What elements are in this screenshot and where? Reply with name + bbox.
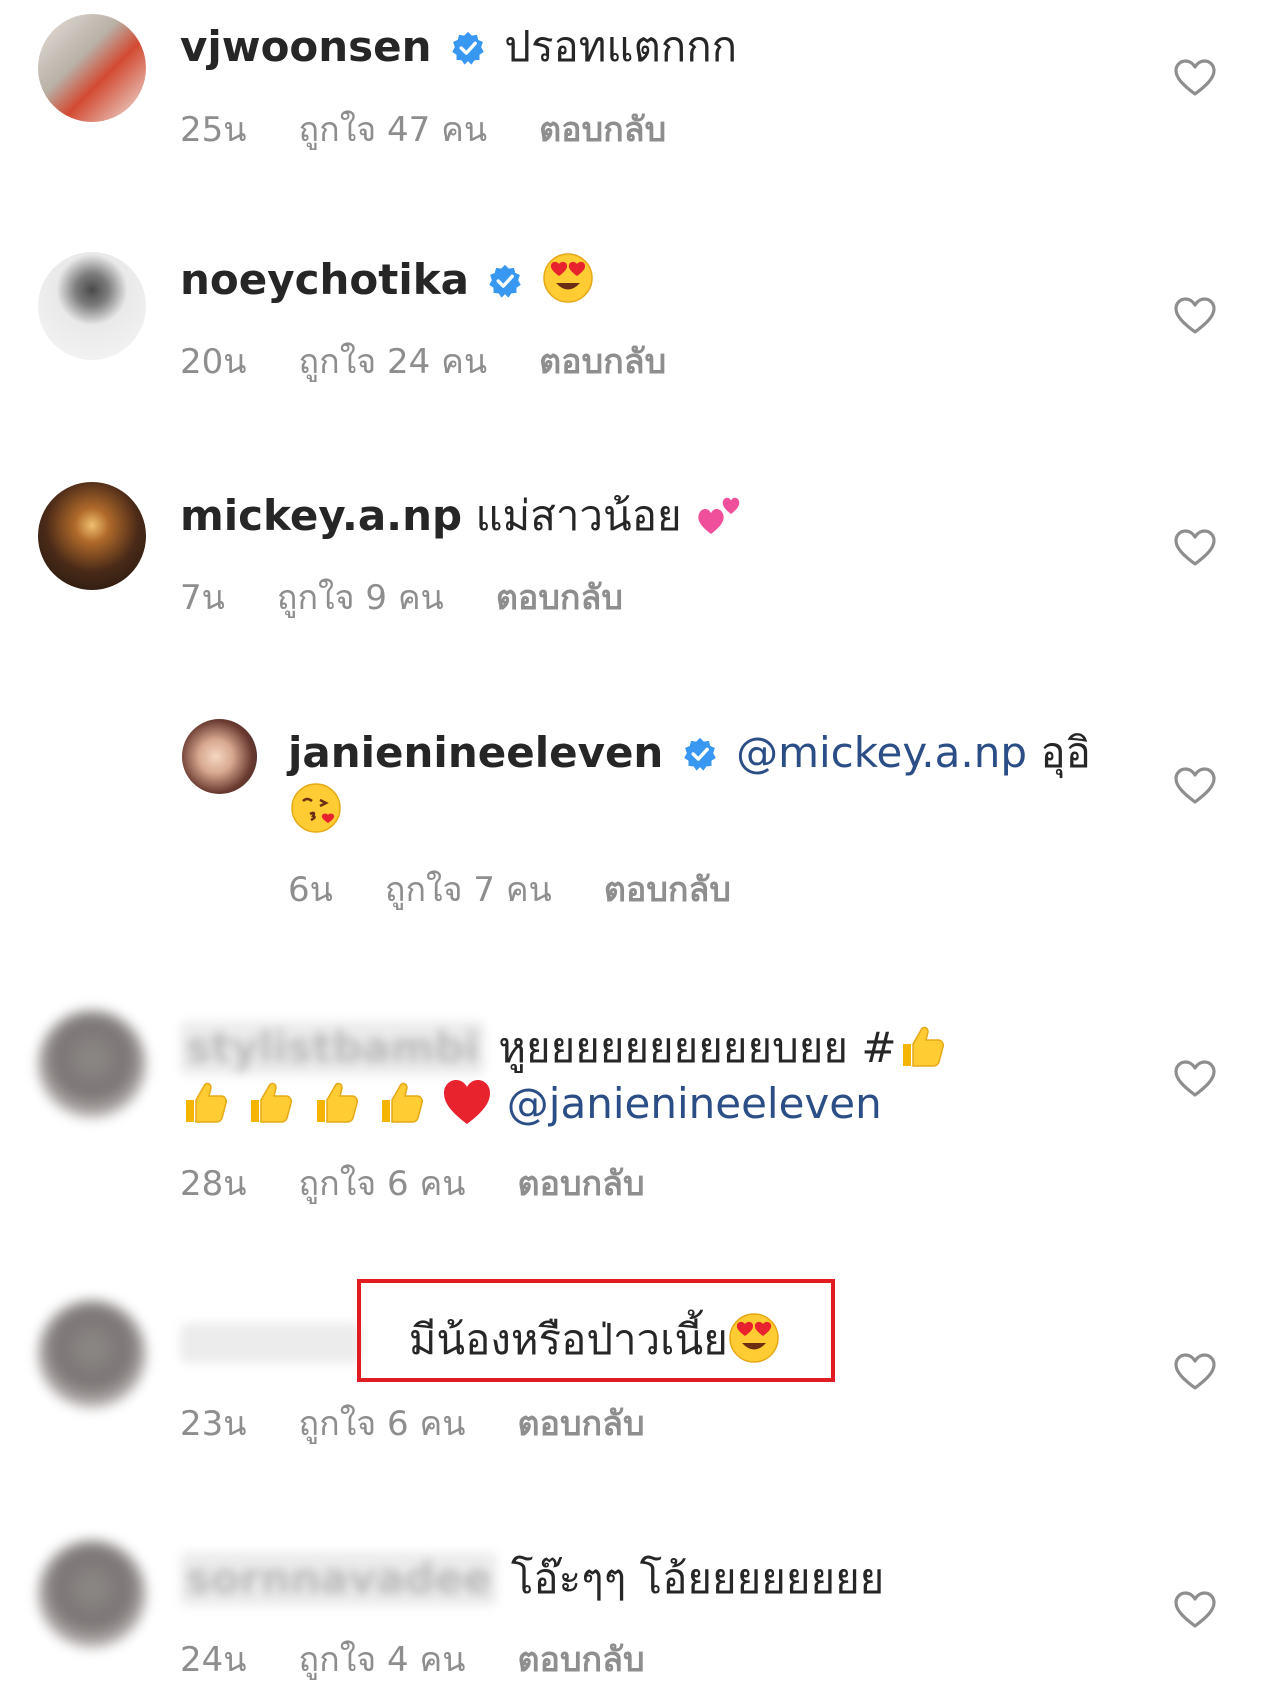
comment-meta: 23น ถูกใจ 6 คน ตอบกลับ [180, 1402, 697, 1446]
reply-button[interactable]: ตอบกลับ [517, 1164, 644, 1204]
likes-count[interactable]: ถูกใจ 9 คน [277, 578, 444, 618]
avatar[interactable] [38, 14, 146, 122]
avatar[interactable] [38, 1300, 146, 1408]
comment-text-line [290, 782, 342, 837]
comment-text-line: vjwoonsen ปรอทแตกกก [180, 20, 737, 74]
reply-button[interactable]: ตอบกลับ [496, 578, 623, 618]
comment-text-line: mickey.a.np แม่สาวน้อย [180, 488, 747, 543]
heart-outline-icon[interactable] [1173, 528, 1217, 568]
username[interactable]: janienineeleven [288, 728, 663, 777]
mention-link[interactable]: @janienineeleven [507, 1079, 882, 1128]
heart-outline-icon[interactable] [1173, 1059, 1217, 1099]
likes-count[interactable]: ถูกใจ 6 คน [299, 1404, 466, 1444]
reply-button[interactable]: ตอบกลับ [539, 342, 666, 382]
heart-outline-icon[interactable] [1173, 58, 1217, 98]
comment-text: แม่สาวน้อย [475, 491, 682, 540]
comment-text: อุอิ [1040, 728, 1091, 777]
comment-time: 6น [288, 870, 333, 910]
comment-text: ปรอทแตกกก [504, 22, 738, 71]
comment-text-line: stylistbambi หูยยยยยยยยยยบยย # [180, 1020, 949, 1075]
likes-count[interactable]: ถูกใจ 6 คน [299, 1164, 466, 1204]
thumbs-up-emoji [376, 1076, 428, 1128]
verified-badge-icon [683, 737, 717, 771]
username[interactable]: vjwoonsen [180, 22, 432, 71]
heart-eyes-emoji [542, 252, 594, 304]
heart-outline-icon[interactable] [1173, 296, 1217, 336]
two-hearts-emoji [695, 488, 747, 540]
comment-text-line: noeychotika [180, 252, 594, 307]
comment-text-line: janienineeleven @mickey.a.np อุอิ [288, 726, 1091, 780]
comment-meta: 28น ถูกใจ 6 คน ตอบกลับ [180, 1162, 697, 1206]
comment-text-line: sornnavadee โอ๊ะๆๆ โอ้ยยยยยยยย [180, 1552, 884, 1606]
comment-text-line: @janienineeleven [180, 1076, 882, 1131]
heart-outline-icon[interactable] [1173, 1590, 1217, 1630]
mention-link[interactable]: @mickey.a.np [736, 728, 1027, 777]
thumbs-up-emoji [897, 1020, 949, 1072]
avatar[interactable] [38, 252, 146, 360]
comment-time: 25น [180, 110, 247, 150]
comment-text: หูยยยยยยยยยยบยย # [498, 1023, 897, 1072]
avatar[interactable] [38, 1540, 146, 1648]
comment-time: 28น [180, 1164, 247, 1204]
comment-meta: 6น ถูกใจ 7 คน ตอบกลับ [288, 868, 783, 912]
avatar[interactable] [182, 719, 257, 794]
comment-text: โอ๊ะๆๆ โอ้ยยยยยยยย [510, 1554, 885, 1603]
reply-button[interactable]: ตอบกลับ [604, 870, 731, 910]
comment-meta: 25น ถูกใจ 47 คน ตอบกลับ [180, 108, 718, 152]
heart-outline-icon[interactable] [1173, 766, 1217, 806]
verified-badge-icon [451, 31, 485, 65]
comment-time: 20น [180, 342, 247, 382]
username[interactable]: sornnavadee [180, 1552, 498, 1606]
likes-count[interactable]: ถูกใจ 24 คน [299, 342, 488, 382]
thumbs-up-emoji [180, 1076, 232, 1128]
avatar[interactable] [38, 1010, 146, 1118]
username[interactable]: stylistbambi [180, 1021, 485, 1075]
username[interactable]: mickey.a.np [180, 491, 462, 540]
username[interactable] [180, 1322, 362, 1363]
reply-button[interactable]: ตอบกลับ [517, 1640, 644, 1680]
comment-meta: 24น ถูกใจ 4 คน ตอบกลับ [180, 1638, 697, 1682]
comment-time: 23น [180, 1404, 247, 1444]
highlight-box [357, 1279, 835, 1382]
reply-button[interactable]: ตอบกลับ [539, 110, 666, 150]
username[interactable]: noeychotika [180, 255, 469, 304]
likes-count[interactable]: ถูกใจ 7 คน [385, 870, 552, 910]
likes-count[interactable]: ถูกใจ 47 คน [299, 110, 488, 150]
thumbs-up-emoji [245, 1076, 297, 1128]
thumbs-up-emoji [311, 1076, 363, 1128]
heart-outline-icon[interactable] [1173, 1352, 1217, 1392]
comment-meta: 20น ถูกใจ 24 คน ตอบกลับ [180, 340, 718, 384]
red-heart-emoji [441, 1076, 493, 1128]
avatar[interactable] [38, 482, 146, 590]
reply-button[interactable]: ตอบกลับ [517, 1404, 644, 1444]
comment-meta: 7น ถูกใจ 9 คน ตอบกลับ [180, 576, 675, 620]
comment-time: 7น [180, 578, 225, 618]
comment-time: 24น [180, 1640, 247, 1680]
kissing-heart-emoji [290, 782, 342, 834]
likes-count[interactable]: ถูกใจ 4 คน [299, 1640, 466, 1680]
verified-badge-icon [488, 264, 522, 298]
